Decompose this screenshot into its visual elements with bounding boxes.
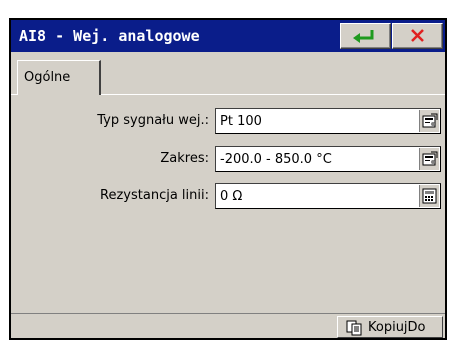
tab-general-label: Ogólne <box>24 70 71 85</box>
line-resistance-keypad-button[interactable] <box>419 185 439 207</box>
signal-type-label: Typ sygnału wej.: <box>97 113 209 128</box>
signal-type-field[interactable]: Pt 100 <box>215 108 441 134</box>
tab-general[interactable]: Ogólne <box>17 60 101 95</box>
signal-type-value: Pt 100 <box>220 114 262 129</box>
line-resistance-label: Rezystancja linii: <box>100 188 209 203</box>
copy-to-label: KopiujDo <box>368 320 426 335</box>
copy-to-button[interactable]: KopiujDo <box>337 316 443 338</box>
properties-icon <box>422 151 438 166</box>
range-value: -200.0 - 850.0 °C <box>220 152 332 167</box>
signal-type-properties-button[interactable] <box>419 110 439 132</box>
general-panel: Typ sygnału wej.: Pt 100 Zakres: -200.0 … <box>11 95 445 313</box>
range-properties-button[interactable] <box>419 148 439 170</box>
copy-pages-icon <box>346 320 362 336</box>
ok-button[interactable] <box>340 23 391 49</box>
line-resistance-value: 0 Ω <box>220 189 243 204</box>
range-field[interactable]: -200.0 - 850.0 °C <box>215 146 441 172</box>
analog-input-dialog: AI8 - Wej. analogowe Ogólne Typ sygnału … <box>9 18 447 340</box>
dialog-title: AI8 - Wej. analogowe <box>19 27 200 45</box>
properties-icon <box>422 113 438 128</box>
title-bar: AI8 - Wej. analogowe <box>11 20 445 52</box>
footer-separator <box>11 313 445 314</box>
close-x-icon <box>411 29 424 42</box>
line-resistance-field[interactable]: 0 Ω <box>215 183 441 209</box>
keypad-icon <box>422 188 437 204</box>
range-label: Zakres: <box>160 151 209 166</box>
close-button[interactable] <box>392 23 443 49</box>
enter-arrow-icon <box>353 30 374 43</box>
